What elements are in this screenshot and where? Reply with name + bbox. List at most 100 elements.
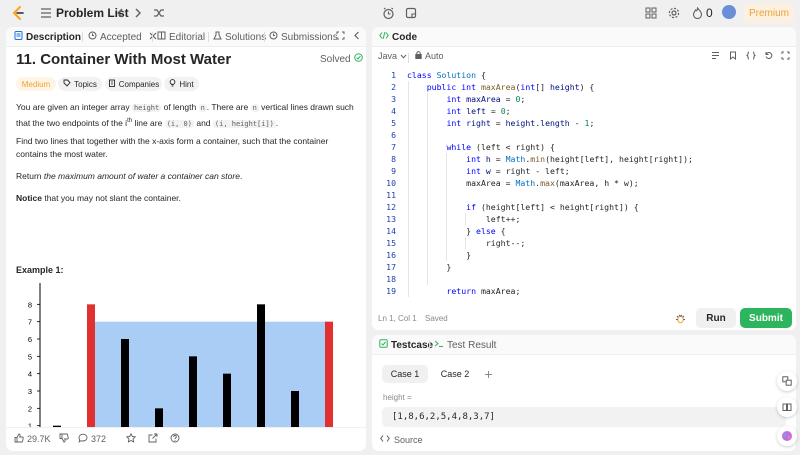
problem-return-paragraph: Return the maximum amount of water a con…: [16, 171, 243, 181]
mode-label: Auto: [425, 51, 444, 61]
like-button[interactable]: 29.7K: [14, 433, 51, 445]
tag-icon: [63, 79, 71, 89]
code-line: 15 right--;: [386, 238, 526, 248]
companies-button[interactable]: Companies: [105, 77, 162, 91]
debug-bug-icon[interactable]: [675, 313, 686, 324]
timer-icon[interactable]: [380, 5, 396, 21]
cursor-position: Ln 1, Col 1: [378, 314, 417, 323]
reset-undo-icon[interactable]: [764, 51, 773, 60]
tab-divider: [82, 32, 83, 42]
top-bar: Problem List 0 Premium: [0, 0, 800, 26]
thumbs-up-icon: [14, 433, 24, 445]
submit-button[interactable]: Submit: [740, 308, 792, 328]
tab-editorial-label: Editorial: [169, 31, 206, 43]
avatar[interactable]: [722, 5, 736, 19]
code-line: 13 left++;: [386, 214, 521, 224]
bar: [257, 304, 265, 443]
auto-mode-toggle[interactable]: Auto: [415, 51, 444, 61]
curly-braces-icon[interactable]: [746, 51, 756, 60]
y-tick-label: 7: [28, 318, 32, 327]
tab-testcase-label: Testcase: [391, 339, 434, 351]
flame-streak-icon[interactable]: [689, 5, 705, 21]
streak-count: 0: [706, 6, 713, 20]
code-line: 4 int left = 0;: [391, 106, 511, 116]
difficulty-badge[interactable]: Medium: [16, 77, 56, 91]
case-1-tab[interactable]: Case 1: [382, 365, 428, 383]
y-tick-label: 8: [28, 300, 32, 309]
editorial-book-icon: [157, 31, 166, 43]
tab-divider: [264, 32, 265, 42]
translate-icon[interactable]: [777, 371, 797, 391]
code-line: 8 int h = Math.min(height[left], height[…: [391, 154, 693, 164]
language-select[interactable]: Java: [378, 51, 407, 61]
hint-label: Hint: [179, 79, 194, 89]
tab-submissions[interactable]: Submissions: [269, 31, 338, 43]
leetcode-logo-icon[interactable]: [10, 5, 26, 21]
problem-actions-bar: 29.7K 372: [6, 427, 366, 451]
tab-solutions[interactable]: Solutions: [213, 31, 266, 43]
tab-editorial[interactable]: Editorial: [157, 31, 205, 43]
topics-button[interactable]: Topics: [58, 77, 102, 91]
hint-button[interactable]: Hint: [164, 77, 199, 91]
y-tick-label: 5: [28, 352, 32, 361]
notes-icon[interactable]: [403, 5, 419, 21]
share-icon[interactable]: [148, 433, 158, 443]
help-question-icon[interactable]: [170, 433, 180, 443]
fullscreen-icon[interactable]: [781, 51, 790, 60]
tab-testcase[interactable]: Testcase: [379, 339, 433, 351]
bookmark-icon[interactable]: [729, 51, 737, 60]
testcase-panel: Testcase Test Result Case 1 Case 2 heigh…: [372, 335, 796, 451]
solved-label: Solved: [320, 53, 351, 65]
code-line: 1 class Solution {: [391, 70, 486, 80]
collapse-chevron-left-icon[interactable]: [353, 31, 361, 40]
code-line: 17 }: [386, 262, 452, 272]
next-problem-icon[interactable]: [130, 5, 146, 21]
code-line: 10 maxArea = Math.max(maxArea, h * w);: [386, 178, 639, 188]
case-2-tab[interactable]: Case 2: [432, 365, 478, 383]
code-line: 16 }: [386, 250, 472, 260]
add-case-plus-icon[interactable]: [480, 365, 496, 383]
gear-icon[interactable]: [666, 5, 682, 21]
problem-list-icon[interactable]: [38, 5, 54, 21]
ai-assistant-icon[interactable]: [777, 426, 797, 446]
tab-test-result[interactable]: Test Result: [434, 339, 496, 351]
premium-button[interactable]: Premium: [744, 3, 794, 23]
layout-grid-icon[interactable]: [643, 5, 659, 21]
description-tab-bar: Description Accepted Editorial Solutions: [6, 27, 366, 47]
code-line: 3 int maxArea = 0;: [391, 94, 526, 104]
code-line: 12 if (height[left] < height[right]) {: [386, 202, 639, 212]
highlight-bar: [325, 321, 333, 443]
tab-code-label: Code: [392, 31, 417, 43]
maximize-icon[interactable]: [336, 31, 345, 40]
code-brackets-icon: [379, 31, 389, 43]
companies-label: Companies: [118, 79, 160, 89]
dislike-icon[interactable]: [59, 433, 69, 443]
shuffle-icon[interactable]: [151, 5, 167, 21]
run-button[interactable]: Run: [696, 308, 736, 328]
comments-button[interactable]: 372: [78, 433, 106, 445]
y-tick-label: 4: [28, 370, 32, 379]
code-line: 6: [391, 130, 396, 140]
comment-count: 372: [91, 434, 107, 444]
problem-goal-paragraph: Find two lines that together with the x-…: [16, 136, 329, 159]
code-panel: Code Java Auto 1 class Solution { 2 publ…: [372, 27, 796, 330]
height-input[interactable]: [1,8,6,2,5,4,8,3,7]: [382, 407, 786, 427]
format-align-icon[interactable]: [711, 51, 720, 60]
reader-book-icon[interactable]: [777, 397, 797, 417]
code-editor[interactable]: 1 class Solution { 2 public int maxArea(i…: [372, 69, 796, 305]
tab-accepted[interactable]: Accepted: [88, 31, 157, 43]
code-line: 19 return maxArea;: [386, 286, 521, 296]
tab-divider: [152, 32, 153, 42]
star-icon[interactable]: [126, 433, 136, 443]
flask-icon: [213, 31, 222, 43]
problem-statement-paragraph: You are given an integer array height of…: [16, 102, 354, 128]
tab-code[interactable]: Code: [379, 31, 417, 43]
solved-status: Solved: [320, 53, 363, 65]
code-brackets-icon: [380, 434, 390, 445]
prev-problem-icon[interactable]: [112, 5, 128, 21]
tab-description[interactable]: Description: [14, 31, 81, 43]
y-tick-label: 6: [28, 335, 32, 344]
source-button[interactable]: Source: [380, 434, 423, 445]
problem-title: 11. Container With Most Water: [16, 51, 232, 68]
code-line: 7 while (left < right) {: [391, 142, 555, 152]
